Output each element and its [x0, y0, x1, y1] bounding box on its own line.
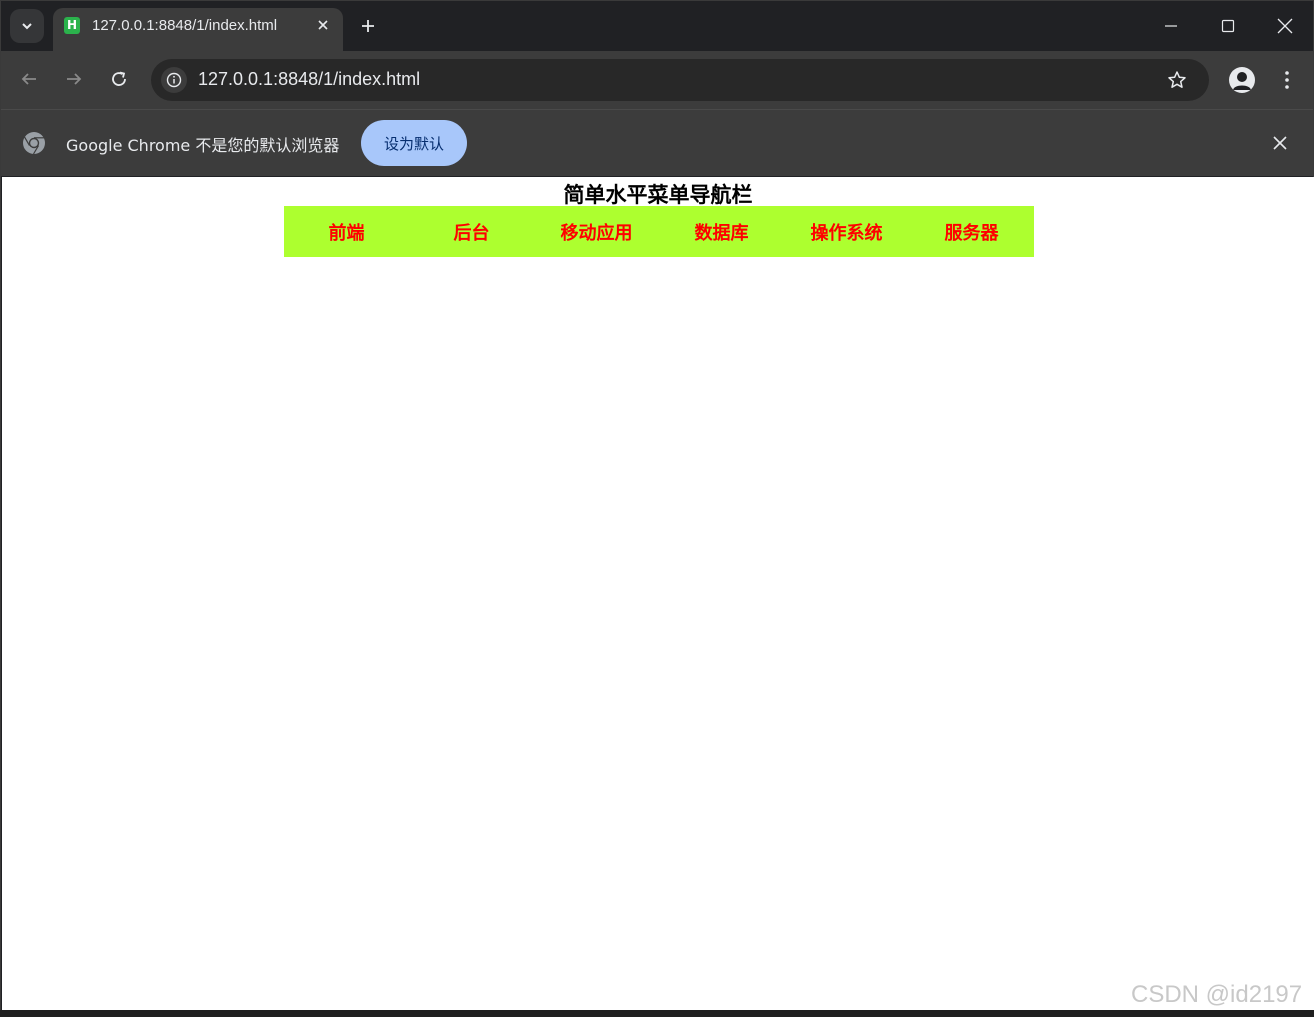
tab-strip: H 127.0.0.1:8848/1/index.html [1, 1, 1313, 51]
browser-window: H 127.0.0.1:8848/1/index.html 127.0.0.1:… [0, 0, 1314, 1017]
reload-button[interactable] [103, 63, 135, 95]
menu-item-operating-system[interactable]: 操作系统 [784, 206, 909, 257]
site-info-button[interactable] [161, 67, 187, 93]
maximize-icon [1221, 19, 1235, 33]
html-file-icon: H [64, 17, 80, 34]
set-default-button[interactable]: 设为默认 [361, 120, 467, 166]
menu-item-frontend[interactable]: 前端 [284, 206, 409, 257]
forward-button[interactable] [58, 63, 90, 95]
plus-icon [362, 20, 374, 32]
arrow-right-icon [67, 73, 82, 85]
tab-title: 127.0.0.1:8848/1/index.html [92, 17, 278, 34]
browser-menu-button[interactable] [1275, 65, 1299, 95]
window-close-button[interactable] [1270, 11, 1300, 41]
taskbar-edge [0, 1010, 1314, 1017]
minimize-button[interactable] [1156, 11, 1186, 41]
chevron-down-icon [22, 23, 32, 30]
person-icon [1233, 72, 1251, 90]
menu-item-backend[interactable]: 后台 [409, 206, 534, 257]
info-icon [166, 72, 182, 88]
active-tab[interactable]: H 127.0.0.1:8848/1/index.html [53, 8, 343, 51]
tab-search-button[interactable] [10, 9, 44, 43]
maximize-button[interactable] [1213, 11, 1243, 41]
reload-icon [112, 71, 126, 86]
new-tab-button[interactable] [354, 12, 382, 40]
tab-close-button[interactable] [312, 14, 334, 36]
address-bar[interactable]: 127.0.0.1:8848/1/index.html [151, 59, 1209, 101]
more-vert-icon [1285, 71, 1289, 89]
arrow-left-icon [21, 73, 36, 85]
star-icon [1168, 71, 1186, 88]
close-icon [1273, 136, 1287, 150]
menu-item-database[interactable]: 数据库 [659, 206, 784, 257]
close-icon [1277, 18, 1293, 34]
infobar-message: Google Chrome 不是您的默认浏览器 [66, 136, 340, 155]
url-text[interactable]: 127.0.0.1:8848/1/index.html [198, 69, 420, 90]
watermark: CSDN @id2197 [1131, 981, 1303, 1008]
default-browser-infobar: Google Chrome 不是您的默认浏览器 设为默认 [1, 109, 1313, 176]
menu-item-server[interactable]: 服务器 [909, 206, 1034, 257]
infobar-close-button[interactable] [1269, 132, 1291, 154]
menu-item-mobile-apps[interactable]: 移动应用 [534, 206, 659, 257]
browser-toolbar: 127.0.0.1:8848/1/index.html [1, 51, 1313, 109]
page-viewport: 简单水平菜单导航栏 前端 后台 移动应用 数据库 操作系统 服务器 [2, 177, 1314, 1011]
page-heading: 简单水平菜单导航栏 [563, 183, 753, 207]
minimize-icon [1165, 25, 1177, 27]
close-icon [318, 20, 328, 30]
horizontal-menu: 前端 后台 移动应用 数据库 操作系统 服务器 [284, 206, 1034, 257]
bookmark-button[interactable] [1165, 68, 1189, 92]
back-button[interactable] [13, 63, 45, 95]
profile-avatar-button[interactable] [1229, 67, 1255, 93]
chrome-logo-icon [23, 132, 45, 155]
